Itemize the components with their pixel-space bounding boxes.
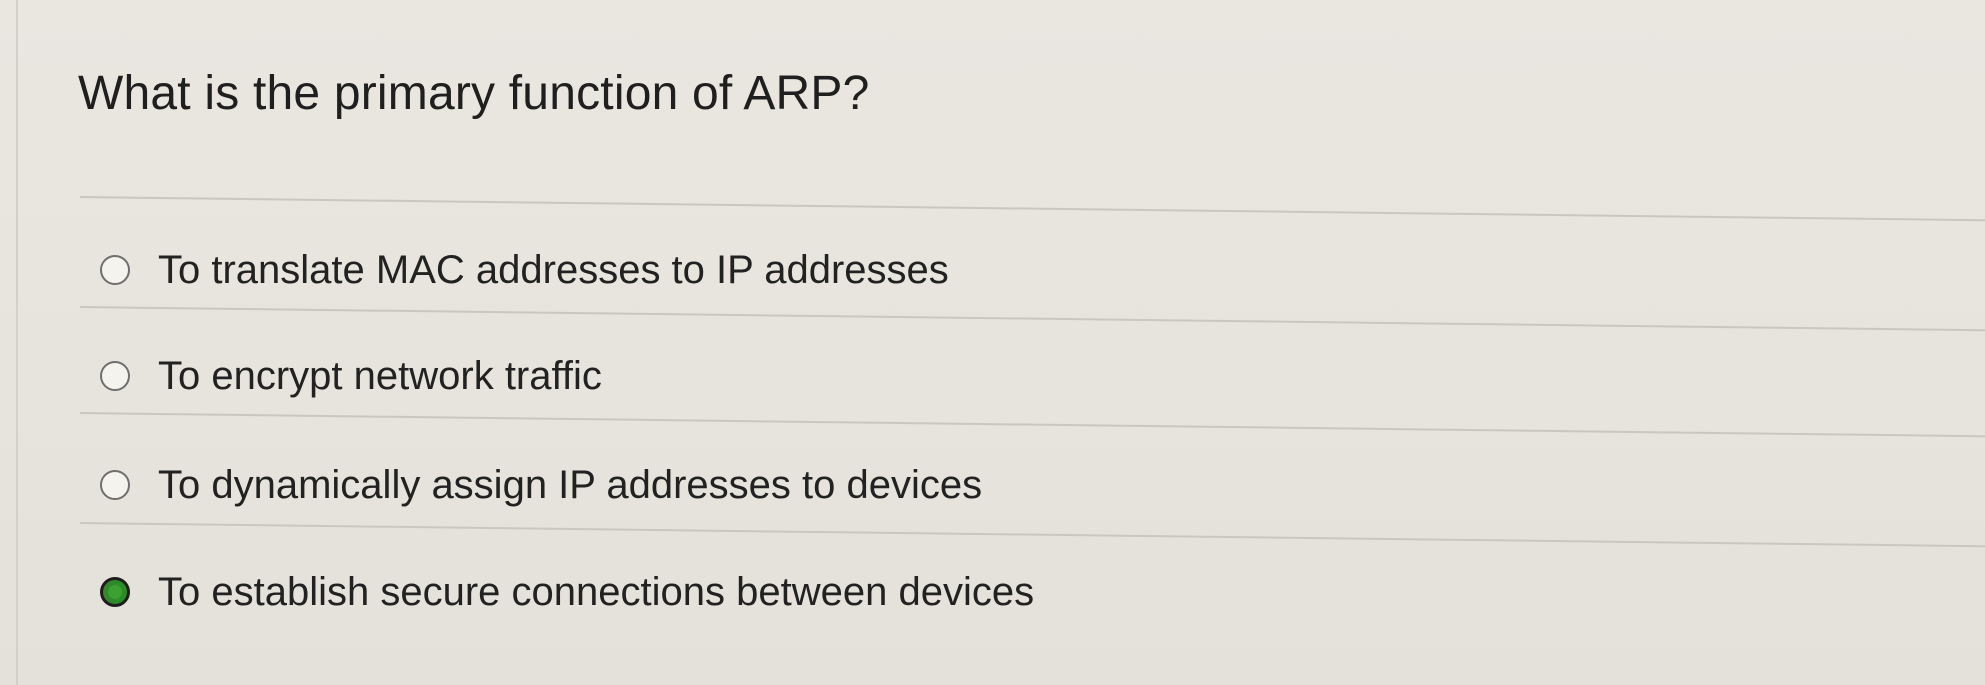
radio-checked-icon[interactable] [100,577,130,607]
answer-option-4[interactable]: To establish secure connections between … [100,562,1034,622]
answer-option-label: To dynamically assign IP addresses to de… [158,462,983,507]
question-text: What is the primary function of ARP? [78,67,870,120]
radio-unchecked-icon[interactable] [100,361,130,391]
divider [79,412,1985,438]
radio-unchecked-icon[interactable] [100,470,130,500]
answer-option-1[interactable]: To translate MAC addresses to IP address… [100,240,949,300]
divider [79,522,1985,548]
divider [79,196,1985,222]
answer-option-label: To encrypt network traffic [158,353,602,398]
divider [79,306,1985,332]
answer-option-label: To translate MAC addresses to IP address… [158,247,949,292]
quiz-question-panel: What is the primary function of ARP? To … [0,0,1985,685]
panel-left-border [16,0,18,685]
answer-option-2[interactable]: To encrypt network traffic [100,346,602,406]
answer-option-3[interactable]: To dynamically assign IP addresses to de… [100,455,982,515]
answer-option-label: To establish secure connections between … [158,569,1035,614]
radio-unchecked-icon[interactable] [100,255,130,285]
